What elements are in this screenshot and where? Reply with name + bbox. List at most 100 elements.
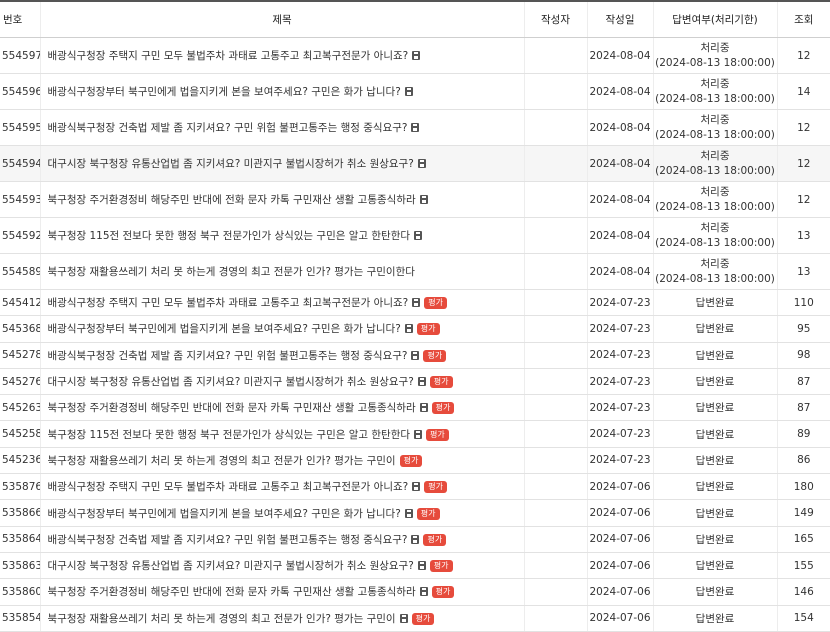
table-row[interactable]: 554595 배광식북구청장 건축법 제발 좀 지키셔요? 구민 위험 불편고통주… — [0, 109, 830, 146]
post-views: 87 — [776, 394, 830, 422]
header-no[interactable]: 번호 — [0, 0, 40, 38]
post-title-link[interactable]: 북구청장 115전 전보다 못한 행정 북구 전문가인가 상식있는 구민은 알고… — [48, 429, 411, 441]
status-deadline: (2024-08-13 18:00:00) — [655, 128, 775, 141]
header-views[interactable]: 조회 — [776, 0, 830, 38]
floppy-disk-icon — [411, 123, 420, 132]
floppy-disk-icon — [419, 587, 428, 597]
table-row[interactable]: 535864 배광식북구청장 건축법 제발 좀 지키셔요? 구민 위험 불편고통주… — [0, 526, 830, 553]
status-label: 답변완료 — [695, 402, 735, 415]
evaluation-badge: 평가 — [399, 454, 423, 467]
post-title-link[interactable]: 배광식구청장부터 북구민에게 법을지키게 본을 보여주세요? 구민은 화가 납니… — [48, 508, 401, 520]
post-title-cell: 북구청장 재활용쓰레기 처리 못 하는게 경영의 최고 전문가 인가? 평가는 … — [39, 447, 524, 475]
post-title-link[interactable]: 북구청장 재활용쓰레기 처리 못 하는게 경영의 최고 전문가 인가? 평가는 … — [48, 455, 396, 467]
post-views: 12 — [776, 145, 830, 182]
post-title-cell: 배광식구청장부터 북구민에게 법을지키게 본을 보여주세요? 구민은 화가 납니… — [39, 315, 524, 343]
post-title-link[interactable]: 배광식구청장부터 북구민에게 법을지키게 본을 보여주세요? 구민은 화가 납니… — [48, 323, 401, 335]
post-title-link[interactable]: 배광식구청장 주택지 구민 모두 불법주차 과태료 고통주고 최고복구전문가 아… — [48, 50, 409, 62]
header-author[interactable]: 작성자 — [523, 0, 587, 38]
post-status-cell: 답변완료 — [652, 473, 777, 501]
post-title-link[interactable]: 북구청장 115전 전보다 못한 행정 북구 전문가인가 상식있는 구민은 알고… — [48, 230, 411, 242]
evaluation-badge: 평가 — [431, 586, 455, 599]
post-status-cell: 답변완료 — [652, 315, 777, 343]
table-row[interactable]: 545412 배광식구청장 주택지 구민 모두 불법주차 과태료 고통주고 최고복… — [0, 289, 830, 317]
post-title-cell: 배광식구청장 주택지 구민 모두 불법주차 과태료 고통주고 최고복구전문가 아… — [39, 473, 524, 501]
table-row[interactable]: 554592 북구청장 115전 전보다 못한 행정 북구 전문가인가 상식있는 … — [0, 217, 830, 254]
table-row[interactable]: 535866 배광식구청장부터 북구민에게 법을지키게 본을 보여주세요? 구민은… — [0, 499, 830, 527]
post-status-cell: 답변완료 — [652, 420, 777, 448]
floppy-disk-icon — [404, 87, 413, 96]
status-deadline: (2024-08-13 18:00:00) — [655, 272, 775, 285]
post-title-link[interactable]: 배광식구청장부터 북구민에게 법을지키게 본을 보여주세요? 구민은 화가 납니… — [48, 86, 401, 98]
table-row[interactable]: 535863 대구시장 북구청장 유통산업법 좀 지키셔요? 미관지구 불법시장허… — [0, 552, 830, 580]
post-views: 110 — [776, 289, 830, 317]
post-title-link[interactable]: 대구시장 북구청장 유통산업법 좀 지키셔요? 미관지구 불법시장허가 취소 원… — [48, 560, 414, 572]
post-number: 535860 — [0, 578, 40, 606]
post-date: 2024-08-04 — [586, 73, 653, 110]
floppy-disk-icon — [414, 429, 423, 439]
status-label: 처리중 — [700, 113, 730, 126]
post-number: 545276 — [0, 368, 40, 396]
post-title-link[interactable]: 북구청장 재활용쓰레기 처리 못 하는게 경영의 최고 전문가 인가? 평가는 … — [48, 266, 415, 278]
post-status-cell: 답변완료 — [652, 394, 777, 422]
post-number: 535866 — [0, 499, 40, 527]
table-header-row: 번호 제목 작성자 작성일 답변여부(처리기한) 조회 — [0, 0, 830, 38]
status-label: 답변완료 — [695, 323, 735, 336]
post-author — [523, 394, 587, 422]
table-row[interactable]: 545278 배광식북구청장 건축법 제발 좀 지키셔요? 구민 위험 불편고통주… — [0, 342, 830, 369]
evaluation-badge: 평가 — [424, 481, 447, 494]
evaluation-badge: 평가 — [429, 376, 453, 389]
table-row[interactable]: 554596 배광식구청장부터 북구민에게 법을지키게 본을 보여주세요? 구민은… — [0, 73, 830, 110]
post-author — [523, 289, 587, 317]
post-title-link[interactable]: 북구청장 주거환경정비 해당주민 반대에 전화 문자 카톡 구민재산 생활 고통… — [48, 586, 416, 598]
post-title-link[interactable]: 대구시장 북구청장 유통산업법 좀 지키셔요? 미관지구 불법시장허가 취소 원… — [48, 376, 414, 388]
status-label: 답변완료 — [695, 612, 735, 625]
table-row[interactable]: 545258 북구청장 115전 전보다 못한 행정 북구 전문가인가 상식있는 … — [0, 420, 830, 448]
table-row[interactable]: 554594 대구시장 북구청장 유통산업법 좀 지키셔요? 미관지구 불법시장허… — [0, 145, 830, 182]
floppy-disk-icon — [412, 482, 421, 492]
header-date[interactable]: 작성일 — [586, 0, 653, 38]
post-author — [523, 447, 587, 475]
post-views: 154 — [776, 605, 830, 632]
post-title-cell: 북구청장 주거환경정비 해당주민 반대에 전화 문자 카톡 구민재산 생활 고통… — [39, 394, 524, 422]
post-title-link[interactable]: 배광식북구청장 건축법 제발 좀 지키셔요? 구민 위험 불편고통주는 행정 중… — [48, 534, 408, 546]
table-row[interactable]: 554589 북구청장 재활용쓰레기 처리 못 하는게 경영의 최고 전문가 인가… — [0, 253, 830, 290]
post-status-cell: 답변완료 — [652, 342, 777, 369]
post-views: 87 — [776, 368, 830, 396]
table-row[interactable]: 554597 배광식구청장 주택지 구민 모두 불법주차 과태료 고통주고 최고복… — [0, 37, 830, 74]
post-number: 554595 — [0, 109, 40, 146]
post-title-cell: 대구시장 북구청장 유통산업법 좀 지키셔요? 미관지구 불법시장허가 취소 원… — [39, 145, 524, 182]
post-title-link[interactable]: 북구청장 재활용쓰레기 처리 못 하는게 경영의 최고 전문가 인가? 평가는 … — [48, 613, 396, 625]
evaluation-badge: 평가 — [416, 323, 440, 336]
header-title[interactable]: 제목 — [39, 0, 524, 38]
post-date: 2024-08-04 — [586, 217, 653, 254]
floppy-disk-icon — [417, 159, 426, 168]
table-row[interactable]: 554593 북구청장 주거환경정비 해당주민 반대에 전화 문자 카톡 구민재산… — [0, 181, 830, 218]
post-title-link[interactable]: 북구청장 주거환경정비 해당주민 반대에 전화 문자 카톡 구민재산 생활 고통… — [48, 402, 416, 414]
table-row[interactable]: 545263 북구청장 주거환경정비 해당주민 반대에 전화 문자 카톡 구민재산… — [0, 394, 830, 422]
post-author — [523, 217, 587, 254]
post-title-link[interactable]: 배광식북구청장 건축법 제발 좀 지키셔요? 구민 위험 불편고통주는 행정 중… — [48, 350, 408, 362]
post-title-link[interactable]: 배광식구청장 주택지 구민 모두 불법주차 과태료 고통주고 최고복구전문가 아… — [48, 297, 409, 309]
post-title-link[interactable]: 배광식북구청장 건축법 제발 좀 지키셔요? 구민 위험 불편고통주는 행정 중… — [48, 122, 408, 134]
table-row[interactable]: 535876 배광식구청장 주택지 구민 모두 불법주차 과태료 고통주고 최고복… — [0, 473, 830, 501]
post-author — [523, 181, 587, 218]
post-title-link[interactable]: 대구시장 북구청장 유통산업법 좀 지키셔요? 미관지구 불법시장허가 취소 원… — [48, 158, 414, 170]
post-title-cell: 배광식구청장부터 북구민에게 법을지키게 본을 보여주세요? 구민은 화가 납니… — [39, 499, 524, 527]
header-status[interactable]: 답변여부(처리기한) — [652, 0, 777, 38]
table-row[interactable]: 545236 북구청장 재활용쓰레기 처리 못 하는게 경영의 최고 전문가 인가… — [0, 447, 830, 475]
post-title-link[interactable]: 배광식구청장 주택지 구민 모두 불법주차 과태료 고통주고 최고복구전문가 아… — [48, 481, 409, 493]
post-date: 2024-07-23 — [586, 394, 653, 422]
post-author — [523, 145, 587, 182]
table-row[interactable]: 545368 배광식구청장부터 북구민에게 법을지키게 본을 보여주세요? 구민은… — [0, 315, 830, 343]
table-row[interactable]: 535860 북구청장 주거환경정비 해당주민 반대에 전화 문자 카톡 구민재산… — [0, 578, 830, 606]
post-title-cell: 배광식북구청장 건축법 제발 좀 지키셔요? 구민 위험 불편고통주는 행정 중… — [39, 342, 524, 369]
table-row[interactable]: 545276 대구시장 북구청장 유통산업법 좀 지키셔요? 미관지구 불법시장허… — [0, 368, 830, 396]
post-date: 2024-07-23 — [586, 420, 653, 448]
post-number: 535863 — [0, 552, 40, 580]
post-author — [523, 37, 587, 74]
post-author — [523, 315, 587, 343]
post-number: 545263 — [0, 394, 40, 422]
table-row[interactable]: 535854 북구청장 재활용쓰레기 처리 못 하는게 경영의 최고 전문가 인가… — [0, 605, 830, 632]
post-title-link[interactable]: 북구청장 주거환경정비 해당주민 반대에 전화 문자 카톡 구민재산 생활 고통… — [48, 194, 416, 206]
post-status-cell: 처리중 (2024-08-13 18:00:00) — [652, 217, 777, 254]
